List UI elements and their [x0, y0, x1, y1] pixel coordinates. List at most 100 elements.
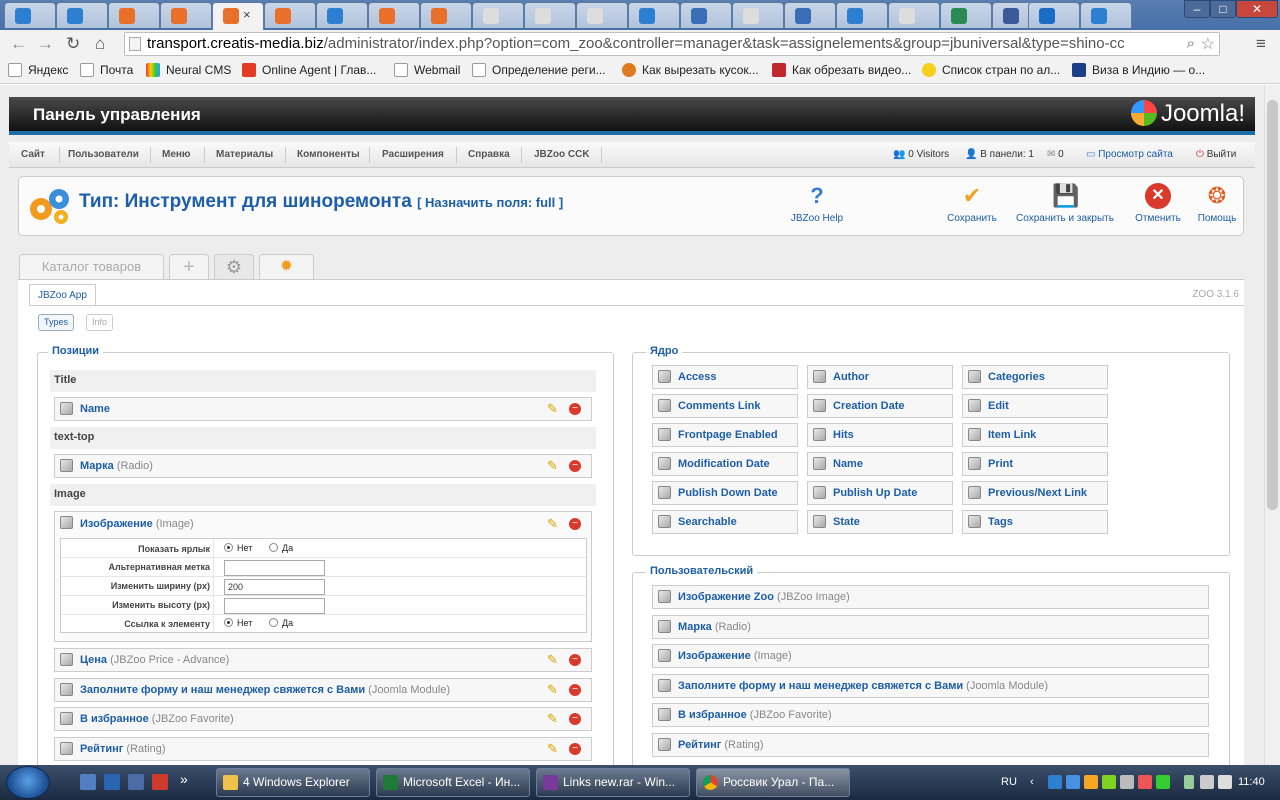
tray-app-icon[interactable]	[1084, 775, 1098, 789]
browser-tab[interactable]	[888, 2, 940, 28]
show-label-no-radio[interactable]: Нет	[224, 543, 252, 553]
messages-status[interactable]: ✉ 0	[1047, 149, 1064, 160]
logout-link[interactable]: ⏻ Выйти	[1196, 149, 1236, 160]
menu-item-site[interactable]: Сайт	[21, 149, 45, 160]
reload-icon[interactable]: ↻	[66, 34, 80, 54]
browser-tab[interactable]	[628, 2, 680, 28]
tray-app-icon[interactable]	[1156, 775, 1170, 789]
core-element[interactable]: Name	[807, 452, 953, 476]
taskbar-chrome[interactable]: Россвик Урал - Па...	[696, 768, 850, 797]
browser-tab[interactable]	[420, 2, 472, 28]
element-row-price[interactable]: Цена (JBZoo Price - Advance) ✎ −	[54, 648, 592, 672]
browser-tab[interactable]	[784, 2, 836, 28]
edit-pencil-icon[interactable]: ✎	[547, 742, 561, 756]
bookmark-item[interactable]: Почта	[80, 63, 133, 77]
core-element[interactable]: Edit	[962, 394, 1108, 418]
delete-icon[interactable]: −	[569, 684, 581, 696]
bookmark-item[interactable]: Как обрезать видео...	[772, 63, 911, 77]
browser-tab[interactable]	[732, 2, 784, 28]
show-label-yes-radio[interactable]: Да	[269, 543, 293, 553]
alt-input[interactable]	[224, 560, 325, 576]
core-element[interactable]: Print	[962, 452, 1108, 476]
element-row-favorite[interactable]: В избранное (JBZoo Favorite) ✎ −	[54, 707, 592, 731]
home-icon[interactable]: ⌂	[95, 34, 105, 54]
edit-pencil-icon[interactable]: ✎	[547, 683, 561, 697]
taskbar-explorer[interactable]: 4 Windows Explorer	[216, 768, 370, 797]
custom-element[interactable]: В избранное (JBZoo Favorite)	[652, 703, 1209, 727]
browser-tab[interactable]	[836, 2, 888, 28]
browser-tab[interactable]	[524, 2, 576, 28]
window-maximize-button[interactable]: □	[1210, 0, 1236, 18]
window-minimize-button[interactable]: –	[1184, 0, 1210, 18]
browser-tab[interactable]	[472, 2, 524, 28]
scrollbar-thumb[interactable]	[1267, 100, 1278, 510]
types-button[interactable]: Types	[38, 314, 75, 331]
core-element[interactable]: Comments Link	[652, 394, 798, 418]
core-element[interactable]: Modification Date	[652, 452, 798, 476]
core-element[interactable]: Access	[652, 365, 798, 389]
bookmark-item[interactable]: Online Agent | Глав...	[242, 63, 376, 77]
browser-tab[interactable]	[316, 2, 368, 28]
core-element[interactable]: Tags	[962, 510, 1108, 534]
core-element[interactable]: Creation Date	[807, 394, 953, 418]
core-element[interactable]: State	[807, 510, 953, 534]
url-input[interactable]: transport.creatis-media.biz/administrato…	[124, 32, 1220, 56]
browser-tab[interactable]	[264, 2, 316, 28]
forward-icon[interactable]: →	[37, 34, 54, 54]
tray-app-icon[interactable]	[1066, 775, 1080, 789]
delete-icon[interactable]: −	[569, 460, 581, 472]
browser-tab[interactable]	[368, 2, 420, 28]
star-icon[interactable]: ☆	[1201, 34, 1215, 54]
browser-tab-active[interactable]: ×	[212, 2, 264, 30]
core-element[interactable]: Searchable	[652, 510, 798, 534]
add-tab-icon[interactable]: +	[169, 254, 209, 280]
view-site-link[interactable]: ▭ Просмотр сайта	[1086, 149, 1173, 160]
core-element[interactable]: Item Link	[962, 423, 1108, 447]
element-row-rating[interactable]: Рейтинг (Rating) ✎ −	[54, 737, 592, 761]
delete-icon[interactable]: −	[569, 518, 581, 530]
network-icon[interactable]	[1200, 775, 1214, 789]
custom-element[interactable]: Изображение (Image)	[652, 644, 1209, 668]
tab-close-icon[interactable]: ×	[243, 7, 251, 22]
browser-tab[interactable]	[1080, 2, 1132, 28]
gear-tab-icon[interactable]: ✹	[259, 254, 314, 280]
height-input[interactable]	[224, 598, 325, 614]
bookmark-item[interactable]: Яндекс	[8, 63, 68, 77]
window-close-button[interactable]: ✕	[1236, 0, 1278, 18]
bookmark-item[interactable]: Виза в Индию — о...	[1072, 63, 1205, 77]
delete-icon[interactable]: −	[569, 713, 581, 725]
menu-item-extensions[interactable]: Расширения	[382, 149, 444, 160]
custom-element[interactable]: Изображение Zoo (JBZoo Image)	[652, 585, 1209, 609]
tab-catalog[interactable]: Каталог товаров	[19, 254, 164, 280]
browser-tab[interactable]	[940, 2, 992, 28]
browser-tab[interactable]	[680, 2, 732, 28]
bookmark-item[interactable]: Webmail	[394, 63, 460, 77]
edit-pencil-icon[interactable]: ✎	[547, 517, 561, 531]
help-button[interactable]: ❂ Помощь	[1195, 183, 1239, 224]
menu-item-components[interactable]: Компоненты	[297, 149, 360, 160]
browser-tab[interactable]	[4, 2, 56, 28]
search-icon[interactable]: ⌕	[1187, 35, 1195, 52]
delete-icon[interactable]: −	[569, 654, 581, 666]
jbzoo-help-button[interactable]: ? JBZoo Help	[784, 183, 850, 224]
menu-item-content[interactable]: Материалы	[216, 149, 273, 160]
tray-expand-icon[interactable]: ‹	[1030, 776, 1034, 788]
core-element[interactable]: Categories	[962, 365, 1108, 389]
core-element[interactable]: Frontpage Enabled	[652, 423, 798, 447]
menu-item-jbzoo[interactable]: JBZoo CCK	[534, 149, 590, 160]
taskbar-excel[interactable]: Microsoft Excel - Ин...	[376, 768, 530, 797]
language-indicator[interactable]: RU	[1001, 776, 1017, 788]
browser-tab[interactable]	[108, 2, 160, 28]
core-element[interactable]: Hits	[807, 423, 953, 447]
tray-app-icon[interactable]	[1102, 775, 1116, 789]
width-input[interactable]: 200	[224, 579, 325, 595]
menu-item-menus[interactable]: Меню	[162, 149, 190, 160]
show-desktop-icon[interactable]	[80, 774, 96, 790]
custom-element[interactable]: Рейтинг (Rating)	[652, 732, 1209, 757]
custom-element[interactable]: Заполните форму и наш менеджер свяжется …	[652, 673, 1209, 698]
tray-app-icon[interactable]	[1048, 775, 1062, 789]
element-row-marka[interactable]: Марка (Radio) ✎ −	[54, 454, 592, 478]
delete-icon[interactable]: −	[569, 743, 581, 755]
tray-app-icon[interactable]	[1138, 775, 1152, 789]
start-button[interactable]	[6, 766, 50, 799]
